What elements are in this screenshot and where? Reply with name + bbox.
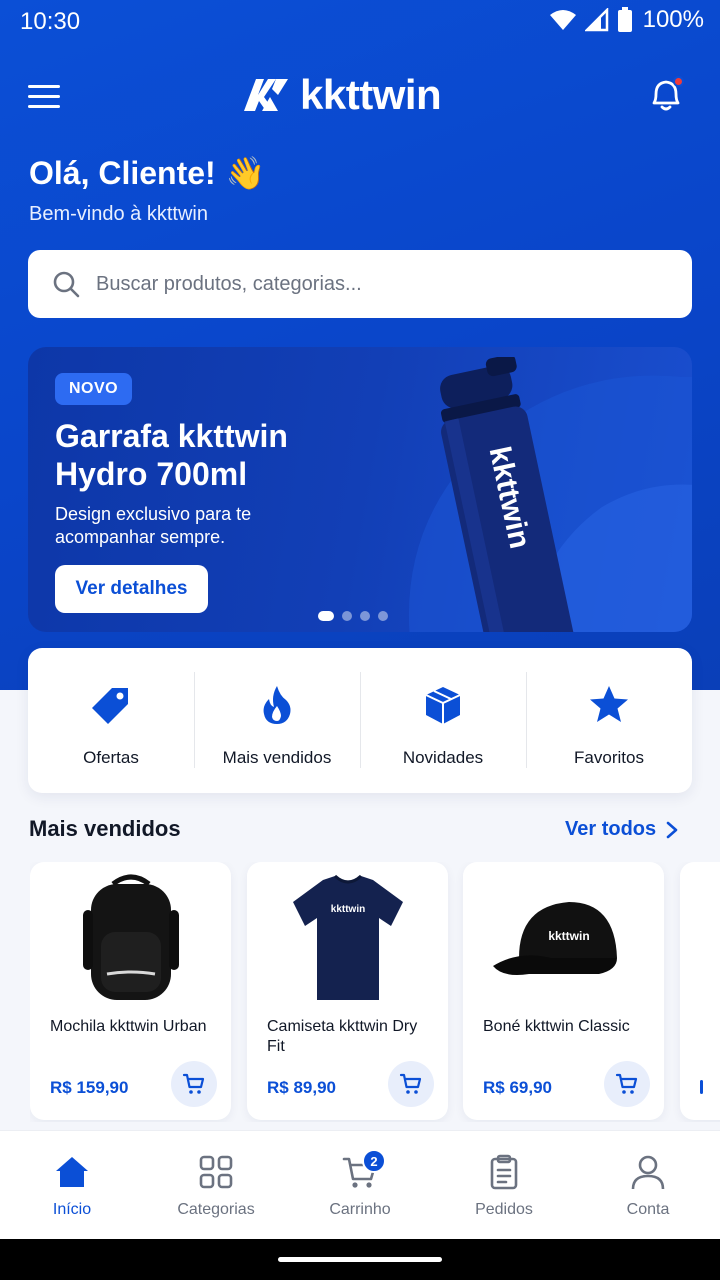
fire-icon [263, 686, 291, 724]
menu-button[interactable] [28, 78, 72, 114]
product-card-partial[interactable] [680, 862, 720, 1120]
product-name: Boné kkttwin Classic [483, 1018, 630, 1035]
wifi-icon [549, 10, 576, 30]
section-title: Mais vendidos [29, 816, 181, 841]
promo-banner[interactable]: kkttwin NOVO Garrafa kkttwin Hydro 700ml… [28, 347, 692, 632]
notifications-button[interactable] [644, 72, 688, 116]
carousel-dot[interactable] [378, 611, 388, 621]
cart-icon [182, 1073, 205, 1094]
status-icons: 100% [549, 6, 704, 34]
category-label: Ofertas [83, 748, 139, 767]
battery-icon [617, 7, 632, 32]
hamburger-icon [28, 84, 60, 88]
partial-card-mark [700, 1080, 703, 1094]
greeting-text: Olá, Cliente! [29, 154, 216, 191]
add-to-cart-button[interactable] [171, 1061, 217, 1107]
star-icon [590, 686, 628, 722]
nav-label: Carrinho [329, 1201, 391, 1218]
nav-label: Início [52, 1201, 92, 1218]
hamburger-line [28, 104, 60, 108]
carousel-dot[interactable] [318, 611, 334, 621]
user-icon [631, 1155, 665, 1190]
nav-categories[interactable]: Categorias [144, 1131, 288, 1239]
nav-orders[interactable]: Pedidos [432, 1131, 576, 1239]
product-card[interactable]: Mochila kkttwin Urban R$ 159,90 [30, 862, 231, 1120]
brand-logo: kkttwin [240, 70, 442, 120]
greeting-title: Olá, Cliente! 👋 [29, 154, 266, 192]
search-input[interactable] [96, 272, 656, 296]
notification-dot [673, 76, 684, 87]
product-price: R$ 69,90 [483, 1078, 552, 1097]
add-to-cart-button[interactable] [388, 1061, 434, 1107]
nav-account[interactable]: Conta [576, 1131, 720, 1239]
tshirt-print: kkttwin [330, 904, 364, 915]
product-price: R$ 89,90 [267, 1078, 336, 1097]
battery-level: 100% [642, 6, 704, 33]
bottle-image: kkttwin [440, 357, 575, 632]
view-details-button[interactable]: Ver detalhes [55, 565, 208, 613]
category-label: Mais vendidos [222, 748, 332, 767]
new-badge: NOVO [55, 373, 133, 405]
wave-emoji: 👋 [225, 155, 266, 191]
product-name: Mochila kkttwin Urban [50, 1018, 207, 1035]
cart-icon [399, 1073, 422, 1094]
nav-home[interactable]: Início [0, 1131, 144, 1239]
product-image: kkttwin [463, 870, 664, 1010]
cart-count-badge: 2 [362, 1149, 386, 1173]
clipboard-icon [490, 1154, 518, 1190]
brand-name: kkttwin [300, 71, 442, 118]
brand-mark-icon [244, 79, 288, 111]
backpack-image [82, 874, 179, 1000]
add-to-cart-button[interactable] [604, 1061, 650, 1107]
banner-title: Garrafa kkttwin Hydro 700ml [55, 418, 288, 492]
box-icon [425, 687, 461, 724]
grid-icon [199, 1155, 233, 1189]
product-card[interactable]: kkttwin Camiseta kkttwin Dry Fit R$ 89,9… [247, 862, 448, 1120]
see-all-link[interactable]: Ver todos [565, 818, 678, 841]
quick-categories: Ofertas Mais vendidos Novidades Favorito… [28, 648, 692, 793]
carousel-dot[interactable] [342, 611, 352, 621]
greeting-subtitle: Bem-vindo à kkttwin [29, 203, 208, 225]
cart-icon [615, 1073, 638, 1094]
home-gesture-bar[interactable] [278, 1257, 442, 1262]
cap-print: kkttwin [548, 929, 589, 943]
category-label: Favoritos [574, 748, 644, 767]
bottom-navigation: Início Categorias Carrinho Pedidos Conta [0, 1130, 720, 1239]
nav-label: Categorias [177, 1201, 255, 1218]
product-name: Camiseta kkttwin Dry Fit [267, 1018, 418, 1055]
product-card[interactable]: kkttwin Boné kkttwin Classic R$ 69,90 [463, 862, 664, 1120]
search-bar[interactable] [28, 250, 692, 318]
product-carousel: Mochila kkttwin Urban R$ 159,90 kkttwin … [30, 862, 720, 1122]
signal-icon [584, 8, 608, 32]
category-new[interactable]: Novidades [360, 648, 526, 793]
tag-icon [92, 688, 128, 724]
status-time: 10:30 [20, 8, 81, 35]
nav-label: Pedidos [475, 1201, 533, 1218]
category-label: Novidades [402, 748, 484, 767]
system-navigation-area [0, 1239, 720, 1280]
category-best-sellers[interactable]: Mais vendidos [194, 648, 360, 793]
product-image [30, 870, 231, 1010]
search-icon [53, 271, 80, 298]
product-image: kkttwin [247, 870, 448, 1010]
carousel-dot[interactable] [360, 611, 370, 621]
status-bar: 10:30 100% [0, 0, 720, 44]
nav-cart[interactable]: Carrinho [288, 1131, 432, 1239]
see-all-label: Ver todos [565, 818, 657, 840]
nav-label: Conta [626, 1201, 670, 1218]
carousel-indicators [318, 611, 388, 621]
product-price: R$ 159,90 [50, 1078, 129, 1097]
category-favorites[interactable]: Favoritos [526, 648, 692, 793]
hamburger-line [28, 94, 60, 98]
tshirt-image: kkttwin [292, 874, 403, 1000]
home-icon [56, 1157, 88, 1187]
category-offers[interactable]: Ofertas [28, 648, 194, 793]
chevron-right-icon [666, 821, 678, 838]
cap-image: kkttwin [492, 902, 617, 975]
banner-description: Design exclusivo para te acompanhar semp… [55, 504, 252, 547]
